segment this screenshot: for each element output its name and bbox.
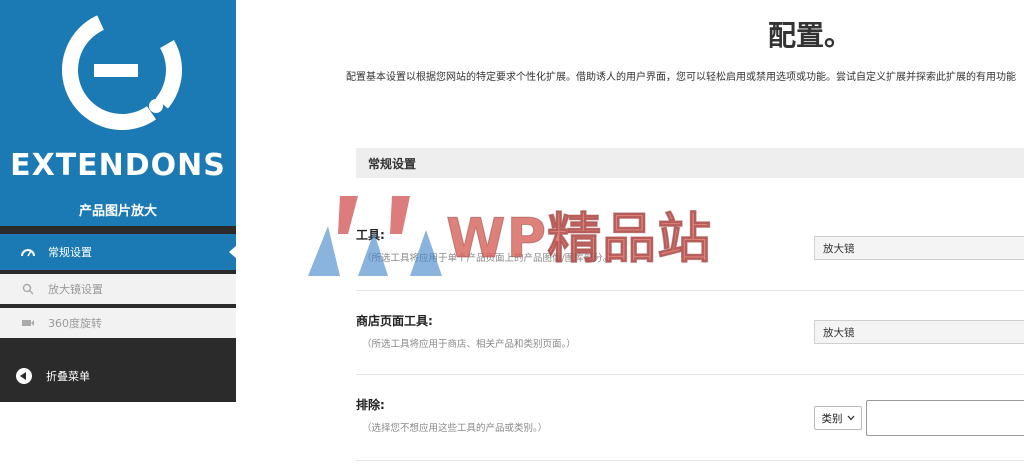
gauge-icon [20, 244, 36, 260]
collapse-menu-label: 折叠菜单 [46, 370, 90, 383]
sidebar-item-label: 常规设置 [48, 246, 92, 259]
tool-label: 工具: [356, 228, 385, 242]
page-title: 配置。 [767, 19, 852, 52]
shop-page-tool-select[interactable]: 放大镜 [814, 320, 1024, 344]
tool-select[interactable]: 放大镜 [814, 236, 1024, 260]
exclude-type-dropdown[interactable]: 类别 [814, 406, 862, 430]
exclude-label: 排除: [356, 398, 385, 412]
row-divider [356, 460, 1024, 461]
brand-subtitle: 产品图片放大 [78, 204, 157, 219]
shop-page-tool-label: 商店页面工具: [356, 314, 433, 328]
row-divider [356, 374, 1024, 375]
page: EXTENDONS 产品图片放大 常规设置 放大镜设置 360度旋转 折叠菜单 … [0, 0, 1024, 472]
section-header-general: 常规设置 [356, 148, 1024, 178]
collapse-arrow-icon [16, 368, 32, 384]
collapse-menu-button[interactable]: 折叠菜单 [0, 356, 236, 396]
page-description: 配置基本设置以根据您网站的特定要求个性化扩展。借助诱人的用户界面，您可以轻松启用… [346, 72, 1016, 83]
shop-page-tool-help-text: （所选工具将应用于商店、相关产品和类别页面。） [362, 339, 576, 350]
exclude-type-value: 类别 [821, 412, 843, 425]
exclude-help-text: （选择您不想应用这些工具的产品或类别。） [362, 423, 548, 434]
sidebar: EXTENDONS 产品图片放大 常规设置 放大镜设置 360度旋转 折叠菜单 [0, 0, 237, 402]
sidebar-nav: 常规设置 放大镜设置 360度旋转 [0, 226, 237, 338]
sidebar-item-label: 放大镜设置 [48, 283, 103, 296]
sidebar-item-general-settings[interactable]: 常规设置 [0, 234, 237, 270]
extendons-logo-icon [61, 9, 183, 131]
chevron-down-icon [847, 412, 855, 424]
sidebar-item-label: 360度旋转 [48, 317, 102, 330]
main-content: 配置。 配置基本设置以根据您网站的特定要求个性化扩展。借助诱人的用户界面，您可以… [236, 0, 1024, 472]
tool-help-text: （所选工具将应用于单个产品页面上的产品图像/图库部分。） [362, 253, 617, 264]
search-icon [20, 281, 36, 297]
rotate-icon [20, 315, 36, 331]
row-divider [356, 290, 1024, 291]
exclude-search-input[interactable] [866, 400, 1024, 436]
brand-header: EXTENDONS 产品图片放大 [0, 0, 236, 226]
sidebar-item-360-rotation[interactable]: 360度旋转 [0, 306, 236, 338]
sidebar-item-magnifier-settings[interactable]: 放大镜设置 [0, 272, 236, 304]
brand-name: EXTENDONS [10, 148, 226, 183]
